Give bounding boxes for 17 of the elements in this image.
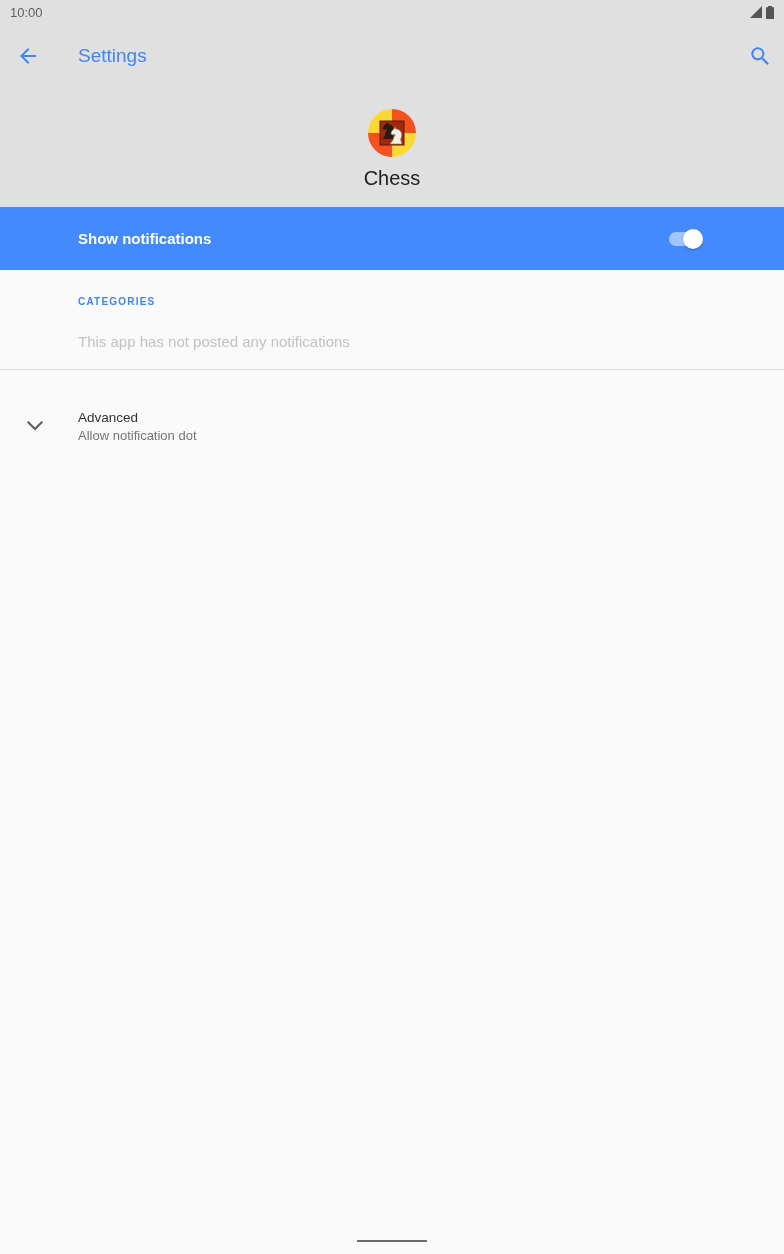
navigation-handle[interactable] bbox=[357, 1240, 427, 1242]
app-name: Chess bbox=[363, 167, 421, 190]
toggle-switch[interactable] bbox=[669, 228, 703, 249]
back-arrow-icon bbox=[20, 48, 36, 64]
battery-icon bbox=[766, 5, 774, 19]
search-icon bbox=[751, 47, 769, 65]
toolbar-title: Settings bbox=[78, 45, 148, 67]
advanced-title: Advanced bbox=[78, 409, 140, 425]
empty-message: This app has not posted any notifications bbox=[78, 333, 351, 350]
section-header: CATEGORIES bbox=[78, 296, 157, 307]
chevron-icon[interactable] bbox=[27, 421, 43, 431]
status-time: 10:00 bbox=[10, 4, 43, 20]
switch-label: Show notifications bbox=[78, 230, 212, 247]
chess-knight-icon bbox=[368, 109, 416, 157]
advanced-summary: Allow notification dot bbox=[78, 427, 197, 443]
signal-icon bbox=[750, 6, 762, 18]
search-button[interactable] bbox=[748, 44, 772, 68]
